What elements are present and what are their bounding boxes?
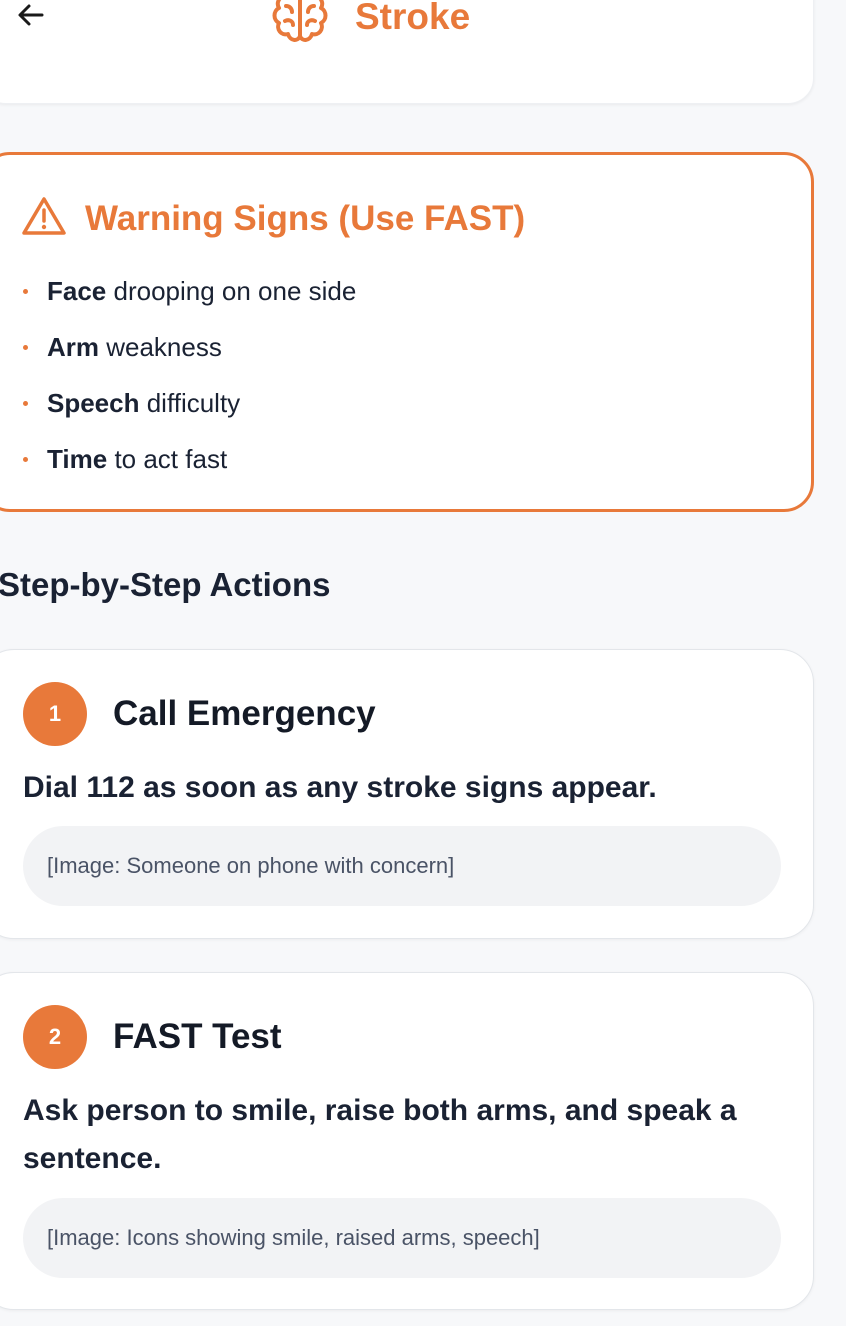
list-item: Speech difficulty	[21, 381, 356, 437]
page-title-group: Stroke	[269, 0, 470, 47]
warning-header: Warning Signs (Use FAST)	[21, 195, 525, 242]
section-title: Step-by-Step Actions	[0, 566, 331, 603]
step-number-badge: 1	[23, 682, 87, 746]
step-card: 1 Call Emergency Dial 112 as soon as any…	[0, 649, 814, 939]
brain-icon	[269, 0, 331, 51]
warning-signs-card: Warning Signs (Use FAST) Face drooping o…	[0, 152, 814, 512]
sign-keyword: Time	[47, 444, 108, 474]
page-title: Stroke	[355, 0, 471, 37]
step-title: Call Emergency	[113, 694, 376, 733]
list-item: Face drooping on one side	[21, 269, 356, 325]
alert-triangle-icon	[21, 195, 67, 242]
step-description: Ask person to smile, raise both arms, an…	[23, 1094, 737, 1175]
list-item: Arm weakness	[21, 325, 356, 381]
sign-description: drooping on one side	[106, 276, 357, 306]
back-button[interactable]	[11, 0, 51, 37]
image-placeholder: [Image: Someone on phone with concern]	[23, 826, 781, 906]
arrow-left-icon	[15, 0, 47, 36]
sign-description: weakness	[99, 332, 222, 362]
sign-keyword: Arm	[47, 332, 100, 362]
step-description: Dial 112 as soon as any stroke signs app…	[23, 771, 657, 804]
warning-signs-list: Face drooping on one side Arm weakness S…	[21, 269, 356, 493]
sign-description: difficulty	[139, 388, 241, 418]
image-placeholder: [Image: Icons showing smile, raised arms…	[23, 1198, 781, 1278]
step-header: 2 FAST Test	[23, 1005, 282, 1069]
sign-description: to act fast	[107, 444, 228, 474]
step-card: 2 FAST Test Ask person to smile, raise b…	[0, 972, 814, 1310]
step-header: 1 Call Emergency	[23, 682, 376, 746]
step-number-badge: 2	[23, 1005, 87, 1069]
step-title: FAST Test	[113, 1017, 282, 1056]
sign-keyword: Speech	[47, 388, 140, 418]
warning-title: Warning Signs (Use FAST)	[85, 198, 526, 238]
list-item: Time to act fast	[21, 437, 356, 493]
top-bar: Stroke	[0, 0, 814, 104]
sign-keyword: Face	[47, 276, 107, 306]
